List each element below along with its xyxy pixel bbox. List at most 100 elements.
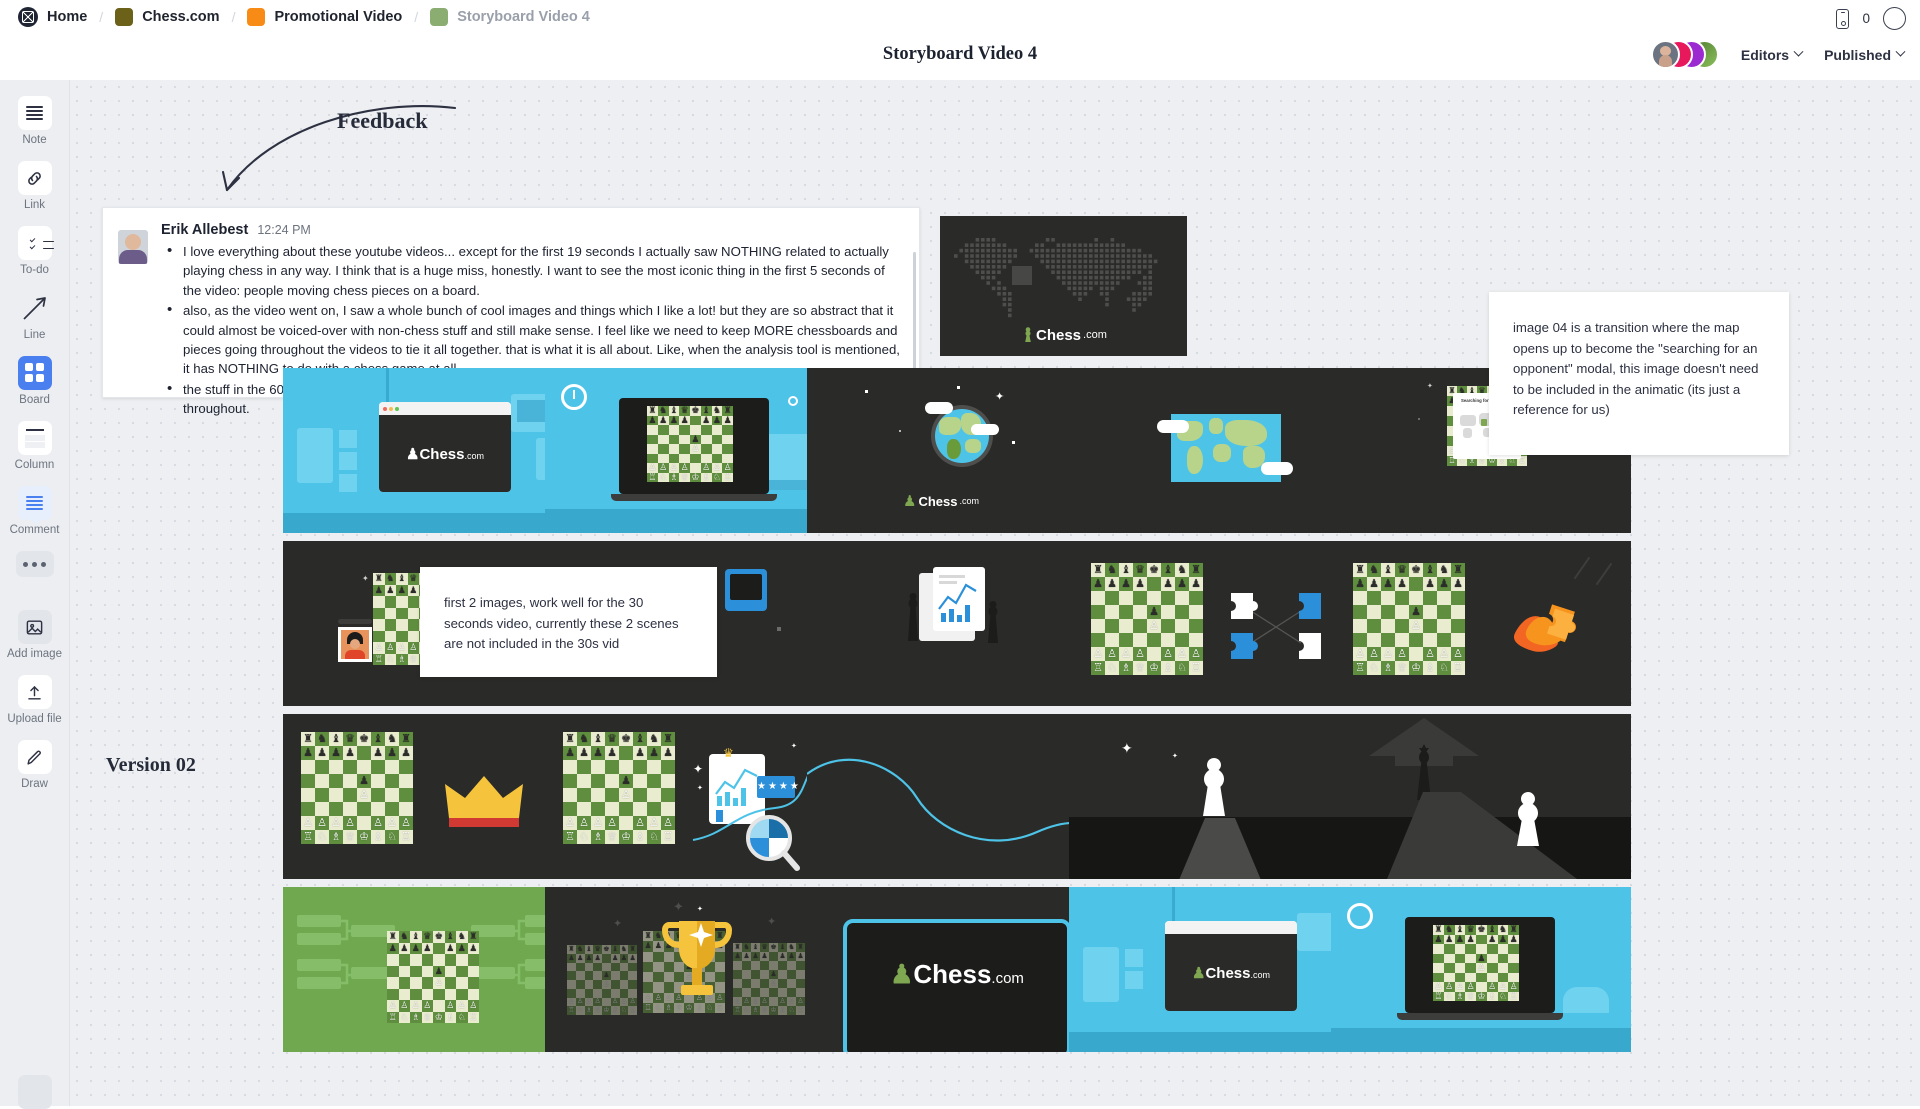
published-dropdown[interactable]: Published <box>1824 46 1906 63</box>
chessboard: ♜♞♝♛♚♝♞♜♟♟♟♟♟♟♟♟♙♙♙♙♙♙♙♙♖♘♗♕♔♗♘♖ <box>563 732 675 844</box>
reference-thumbnail-dotted-map[interactable]: Chess .com <box>940 216 1187 356</box>
sidebar-item-label: Link <box>23 199 46 211</box>
chessboard: ♜♞♝♛♚♝♞♜♟♟♟♟♟♟♟♟♙♙♙♙♙♙♙♙♖♘♗♕♔♗♘♖ <box>567 945 637 1015</box>
breadcrumb-label: Chess.com <box>142 9 220 25</box>
breadcrumb: Home / Chess.com / Promotional Video / S… <box>14 7 594 27</box>
sidebar-item-draw[interactable]: Draw <box>0 740 70 790</box>
sidebar-item-board[interactable]: Board <box>0 356 70 406</box>
comment-author: Erik Allebest <box>161 222 249 238</box>
chessboard: ♜♞♝♛♚♝♞♜♟♟♟♟♟♟♟♟♙♙♙♙♙♙♙♙♖♘♗♕♔♗♘♖ <box>387 931 479 1023</box>
page-title: Storyboard Video 4 <box>882 44 1038 64</box>
sidebar-item-add-image[interactable]: Add image <box>0 610 70 660</box>
brand-name: Chess <box>1036 326 1082 344</box>
line-icon <box>18 291 52 325</box>
upload-file-icon <box>17 675 52 709</box>
breadcrumb-item-promotional-video[interactable]: Promotional Video <box>243 8 406 26</box>
comment-icon <box>17 486 52 525</box>
pencil-icon <box>17 740 52 774</box>
chevron-down-icon <box>1793 46 1804 57</box>
sidebar-item-label: Add image <box>7 648 62 660</box>
storyboard-thumb[interactable]: ♟Chess.com <box>283 368 583 533</box>
avatar <box>118 230 148 264</box>
chevron-down-icon <box>1895 46 1906 57</box>
board-canvas[interactable]: Feedback Version 02 Erik Allebest 12:24 … <box>70 80 1920 1106</box>
mobile-count: 0 <box>1862 11 1870 26</box>
chessboard: ♜♞♝♛♚♝♞♜♟♟♟♟♟♟♟♟♙♙♙♙♙♙♙♙♖♘♗♕♔♗♘♖ <box>733 943 805 1015</box>
crown-icon <box>445 776 523 827</box>
trophy-icon <box>661 921 733 995</box>
top-breadcrumb-bar: Home / Chess.com / Promotional Video / S… <box>0 0 1920 34</box>
storyboard-thumb[interactable]: ♜♞♝♛♚♝♞♜♟♟♟♟♟♟♟♟♙♙♙♙♙♙♙♙♖♘♗♕♔♗♘♖ ♜♞♝♛♚♝♞… <box>545 887 845 1052</box>
storyboard-thumb[interactable] <box>1331 714 1631 879</box>
storyboard-thumb[interactable]: ♜♞♝♛♚♝♞♜♟♟♟♟♟♟♟♟♙♙♙♙♙♙♙♙♖♘♗♕♔♗♘♖ <box>1069 541 1369 706</box>
user-avatar[interactable] <box>1883 7 1906 30</box>
link-icon <box>17 161 52 195</box>
sidebar-item-note[interactable]: Note <box>0 96 70 146</box>
breadcrumb-item-home[interactable]: Home <box>14 7 91 27</box>
editor-avatars[interactable] <box>1650 40 1719 69</box>
sidebar-item-label: Line <box>23 329 46 341</box>
sidebar-item-line[interactable]: Line <box>0 291 70 341</box>
topbar-right-controls: 0 <box>1836 7 1906 30</box>
board-icon <box>17 356 52 390</box>
image-icon <box>17 610 52 644</box>
chessboard: ♜♞♝♛♚♝♞♜♟♟♟♟♟♟♟♟♙♙♙♙♙♙♙♙♖♘♗♕♔♗♘♖ <box>1433 924 1519 1001</box>
breadcrumb-separator: / <box>231 9 236 25</box>
sidebar-item-comment[interactable]: Comment <box>0 486 70 536</box>
storyboard-thumb[interactable]: ♜♞♝♛♚♝♞♜♟♟♟♟♟♟♟♟♙♙♙♙♙♙♙♙♖♘♗♕♔♗♘♖ <box>1331 887 1631 1052</box>
sidebar-item-label: Draw <box>21 778 48 790</box>
breadcrumb-item-chesscom[interactable]: Chess.com <box>111 8 223 26</box>
published-label: Published <box>1824 46 1891 63</box>
sidebar-item-label: Board <box>19 394 50 406</box>
folder-swatch-icon <box>115 8 134 26</box>
title-right-controls: Editors Published <box>1650 40 1906 69</box>
comment-header: Erik Allebest 12:24 PM <box>161 222 901 238</box>
chessboard: ♜♞♝♛♚♝♞♜♟♟♟♟♟♟♟♟♙♙♙♙♙♙♙♙♖♘♗♕♔♗♘♖ <box>301 732 413 844</box>
folder-swatch-icon <box>247 8 266 26</box>
ellipsis-icon <box>15 551 54 577</box>
phone-icon[interactable] <box>1836 8 1850 29</box>
storyboard-thumb[interactable] <box>1069 368 1369 533</box>
sidebar-item-extra[interactable] <box>0 1075 70 1109</box>
storyboard-thumb[interactable]: ♟Chess.com <box>1069 887 1369 1052</box>
storyboard-thumb[interactable] <box>807 714 1107 879</box>
sidebar-item-todo[interactable]: To-do <box>0 226 70 276</box>
breadcrumb-item-storyboard-video-4[interactable]: Storyboard Video 4 <box>426 8 594 26</box>
brand-suffix: .com <box>1083 329 1107 341</box>
sticky-note-image04[interactable]: image 04 is a transition where the map o… <box>1489 292 1789 455</box>
storyboard-thumb[interactable]: ♜♞♝♛♚♝♞♜♟♟♟♟♟♟♟♟♙♙♙♙♙♙♙♙♖♘♗♕♔♗♘♖ <box>283 714 583 879</box>
storyboard-thumb[interactable]: ✦ ✦ <box>1069 714 1369 879</box>
sidebar-item-link[interactable]: Link <box>0 161 70 211</box>
storyboard-thumb[interactable] <box>807 541 1107 706</box>
storyboard-thumb[interactable]: ♜♞♝♛♚♝♞♜♟♟♟♟♟♟♟♟♙♙♙♙♙♙♙♙♖♘♗♕♔♗♘♖ <box>545 368 845 533</box>
comment-scrollbar[interactable] <box>913 252 916 370</box>
breadcrumb-label: Home <box>47 9 88 25</box>
home-icon <box>18 7 38 27</box>
document-title-bar: Storyboard Video 4 Editors Published <box>0 34 1920 80</box>
comment-bullet: I love everything about these youtube vi… <box>161 241 901 300</box>
storyboard-thumb[interactable]: ♜♞♝♛♚♝♞♜♟♟♟♟♟♟♟♟♙♙♙♙♙♙♙♙♖♘♗♕♔♗♘♖ <box>283 887 583 1052</box>
heading-version-02: Version 02 <box>106 754 196 776</box>
pawn-icon <box>1025 327 1031 342</box>
storyboard-thumb[interactable]: ♜♞♝♛♚♝♞♜♟♟♟♟♟♟♟♟♙♙♙♙♙♙♙♙♖♘♗♕♔♗♘♖ <box>1331 541 1631 706</box>
brand-name: Chess <box>918 493 958 509</box>
sidebar-item-label: Upload file <box>7 713 62 725</box>
curved-arrow-icon <box>221 105 457 192</box>
chessboard: ♜♞♝♛♚♝♞♜♟♟♟♟♟♟♟♟♙♙♙♙♙♙♙♙♖♘♗♕♔♗♘♖ <box>647 405 733 482</box>
note-icon <box>17 96 52 130</box>
heading-feedback: Feedback <box>337 108 428 133</box>
left-toolbar: Note Link To-do Line Board Column Commen… <box>0 80 70 1109</box>
storyboard-thumb[interactable]: ♟Chess.com <box>807 887 1107 1052</box>
breadcrumb-separator: / <box>414 9 419 25</box>
sidebar-item-upload-file[interactable]: Upload file <box>0 675 70 725</box>
editors-dropdown[interactable]: Editors <box>1741 46 1804 63</box>
sidebar-item-column[interactable]: Column <box>0 421 70 471</box>
storyboard-thumb[interactable]: ♜ ♞ ♝ ♛ ♚ ♝ ♞ ♜ ♟ ♟ ♟ ♟ ♟ ♟ ♟ ♟ ♙ ♙ ♙ ♙ ♙ ♙ ♙ ♙ ♖ ♘ ♗ ♕ ♔ ♗ ♘ ♖ ♛ ★★★★ <box>545 714 845 879</box>
storyboard-thumb[interactable]: ✦ ♟ Chess .com <box>807 368 1107 533</box>
sticky-note-30s[interactable]: first 2 images, work well for the 30 sec… <box>420 567 717 677</box>
breadcrumb-label: Storyboard Video 4 <box>457 9 590 25</box>
brand-suffix: .com <box>959 496 979 506</box>
breadcrumb-label: Promotional Video <box>274 9 403 25</box>
todo-icon <box>17 226 54 260</box>
sidebar-more-button[interactable] <box>0 551 70 577</box>
